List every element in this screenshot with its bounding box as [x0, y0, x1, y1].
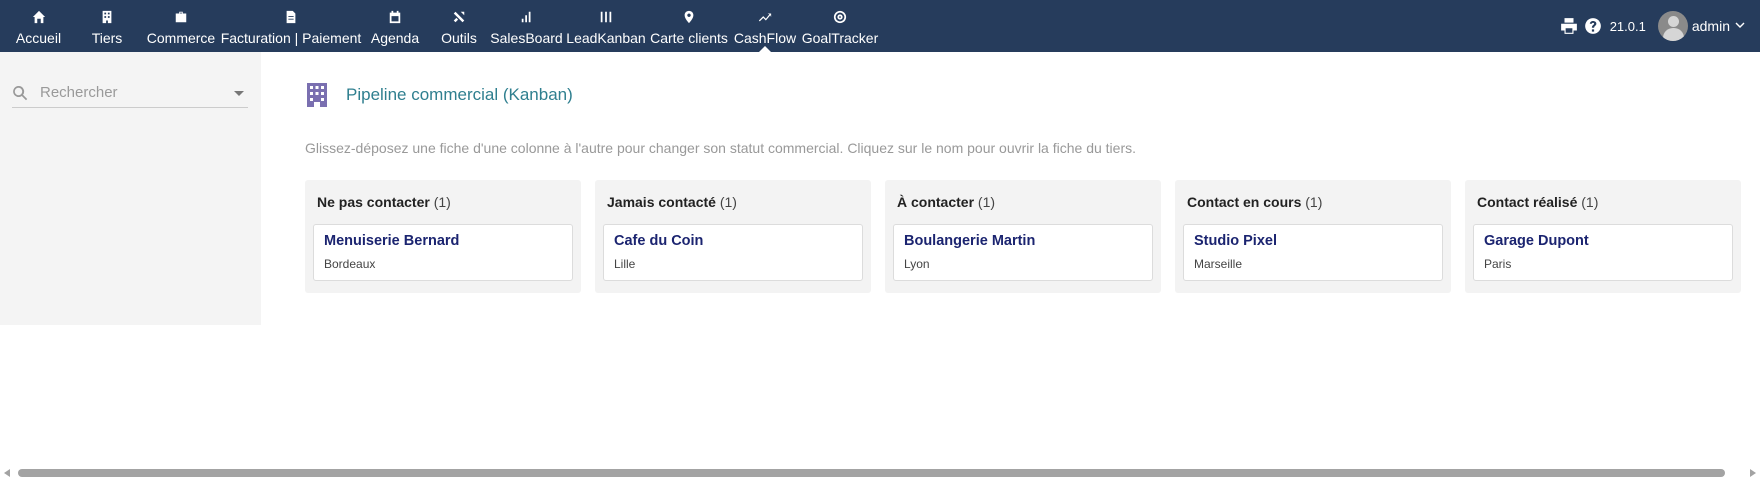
column-name: Contact réalisé	[1477, 194, 1578, 210]
card-title-link[interactable]: Cafe du Coin	[614, 233, 852, 249]
horizontal-scrollbar[interactable]	[0, 466, 1760, 480]
column-count: (1)	[433, 194, 451, 210]
search-box[interactable]	[12, 78, 248, 108]
left-sidebar	[0, 52, 261, 325]
column-name: Jamais contacté	[607, 194, 716, 210]
nav-label: LeadKanban	[566, 30, 646, 46]
company-building-icon	[307, 83, 327, 107]
main-content: Pipeline commercial (Kanban) Glissez-dép…	[261, 52, 1760, 432]
scroll-right-arrow-icon[interactable]	[1750, 469, 1756, 477]
nav-label: GoalTracker	[801, 30, 879, 46]
top-right-tools: 21.0.1 admin	[1560, 0, 1760, 52]
nav-item-accueil[interactable]: Accueil	[4, 0, 73, 52]
column-name: Contact en cours	[1187, 194, 1302, 210]
kanban-column-ne-pas-contacter[interactable]: Ne pas contacter (1) Menuiserie Bernard …	[305, 180, 581, 293]
kanban-card[interactable]: Studio Pixel Marseille	[1183, 224, 1443, 281]
card-city: Marseille	[1194, 257, 1243, 271]
column-header: À contacter (1)	[893, 194, 1153, 212]
nav-item-facturation[interactable]: Facturation | Paiement	[221, 0, 361, 52]
nav-label: Accueil	[15, 30, 62, 46]
column-count: (1)	[719, 194, 737, 210]
nav-item-cashflow[interactable]: CashFlow	[730, 0, 800, 52]
kanban-icon	[598, 9, 614, 25]
nav-item-agenda[interactable]: Agenda	[361, 0, 429, 52]
column-header: Jamais contacté (1)	[603, 194, 863, 212]
column-header: Ne pas contacter (1)	[313, 194, 573, 212]
nav-label: Carte clients	[650, 30, 728, 46]
target-icon	[832, 9, 848, 25]
nav-item-goaltracker[interactable]: GoalTracker	[800, 0, 880, 52]
column-count: (1)	[1581, 194, 1599, 210]
briefcase-icon	[173, 9, 189, 25]
nav-item-salesboard[interactable]: SalesBoard	[489, 0, 564, 52]
nav-item-outils[interactable]: Outils	[429, 0, 489, 52]
card-title-link[interactable]: Studio Pixel	[1194, 233, 1432, 249]
version-label: 21.0.1	[1609, 18, 1646, 34]
card-city: Paris	[1484, 257, 1512, 271]
kanban-column-contact-realise[interactable]: Contact réalisé (1) Garage Dupont Paris	[1465, 180, 1741, 293]
card-city: Lyon	[904, 257, 930, 271]
kanban-column-jamais-contacte[interactable]: Jamais contacté (1) Cafe du Coin Lille	[595, 180, 871, 293]
chevron-down-icon[interactable]	[1734, 20, 1746, 32]
nav-label: Facturation | Paiement	[220, 30, 362, 46]
kanban-card[interactable]: Garage Dupont Paris	[1473, 224, 1733, 281]
page-description: Glissez-déposez une fiche d'une colonne …	[305, 140, 1136, 156]
column-header: Contact réalisé (1)	[1473, 194, 1733, 212]
main-menu: Accueil Tiers Commerce Facturation | Pai…	[0, 0, 1760, 52]
search-icon	[12, 82, 34, 104]
kanban-column-contact-en-cours[interactable]: Contact en cours (1) Studio Pixel Marsei…	[1175, 180, 1451, 293]
nav-label: SalesBoard	[490, 30, 563, 46]
user-avatar[interactable]	[1657, 11, 1688, 41]
column-count: (1)	[1305, 194, 1323, 210]
card-title-link[interactable]: Boulangerie Martin	[904, 233, 1142, 249]
top-navigation-bar: Accueil Tiers Commerce Facturation | Pai…	[0, 0, 1760, 52]
home-icon	[31, 9, 47, 25]
card-title-link[interactable]: Garage Dupont	[1484, 233, 1722, 249]
kanban-card[interactable]: Menuiserie Bernard Bordeaux	[313, 224, 573, 281]
page-header: Pipeline commercial (Kanban)	[306, 82, 573, 108]
trend-icon	[757, 9, 773, 25]
scrollbar-thumb[interactable]	[18, 469, 1725, 477]
nav-item-tiers[interactable]: Tiers	[73, 0, 141, 52]
page-title: Pipeline commercial (Kanban)	[346, 85, 573, 104]
kanban-card[interactable]: Cafe du Coin Lille	[603, 224, 863, 281]
nav-label: Tiers	[91, 30, 123, 46]
column-name: À contacter	[897, 194, 975, 210]
user-name[interactable]: admin	[1692, 18, 1730, 34]
help-icon[interactable]	[1584, 17, 1602, 35]
column-count: (1)	[977, 194, 996, 210]
nav-item-carte-clients[interactable]: Carte clients	[648, 0, 730, 52]
search-dropdown-caret-icon[interactable]	[234, 91, 244, 96]
nav-label: CashFlow	[733, 30, 797, 46]
tools-icon	[451, 9, 467, 25]
kanban-column-a-contacter[interactable]: À contacter (1) Boulangerie Martin Lyon	[885, 180, 1161, 293]
column-name: Ne pas contacter	[317, 194, 430, 210]
bar-chart-icon	[519, 9, 535, 25]
nav-label: Agenda	[370, 30, 420, 46]
kanban-card[interactable]: Boulangerie Martin Lyon	[893, 224, 1153, 281]
nav-label: Outils	[441, 30, 477, 46]
print-icon[interactable]	[1560, 17, 1578, 35]
scroll-left-arrow-icon[interactable]	[4, 469, 10, 477]
nav-label: Commerce	[146, 30, 216, 46]
card-city: Bordeaux	[324, 257, 376, 271]
kanban-board: Ne pas contacter (1) Menuiserie Bernard …	[305, 180, 1741, 293]
map-pin-icon	[681, 9, 697, 25]
search-input[interactable]	[34, 84, 224, 101]
calendar-icon	[387, 9, 403, 25]
column-header: Contact en cours (1)	[1183, 194, 1443, 212]
card-city: Lille	[614, 257, 636, 271]
building-icon	[99, 9, 115, 25]
invoice-icon	[283, 9, 299, 25]
card-title-link[interactable]: Menuiserie Bernard	[324, 233, 562, 249]
nav-item-commerce[interactable]: Commerce	[141, 0, 221, 52]
nav-item-leadkanban[interactable]: LeadKanban	[564, 0, 648, 52]
